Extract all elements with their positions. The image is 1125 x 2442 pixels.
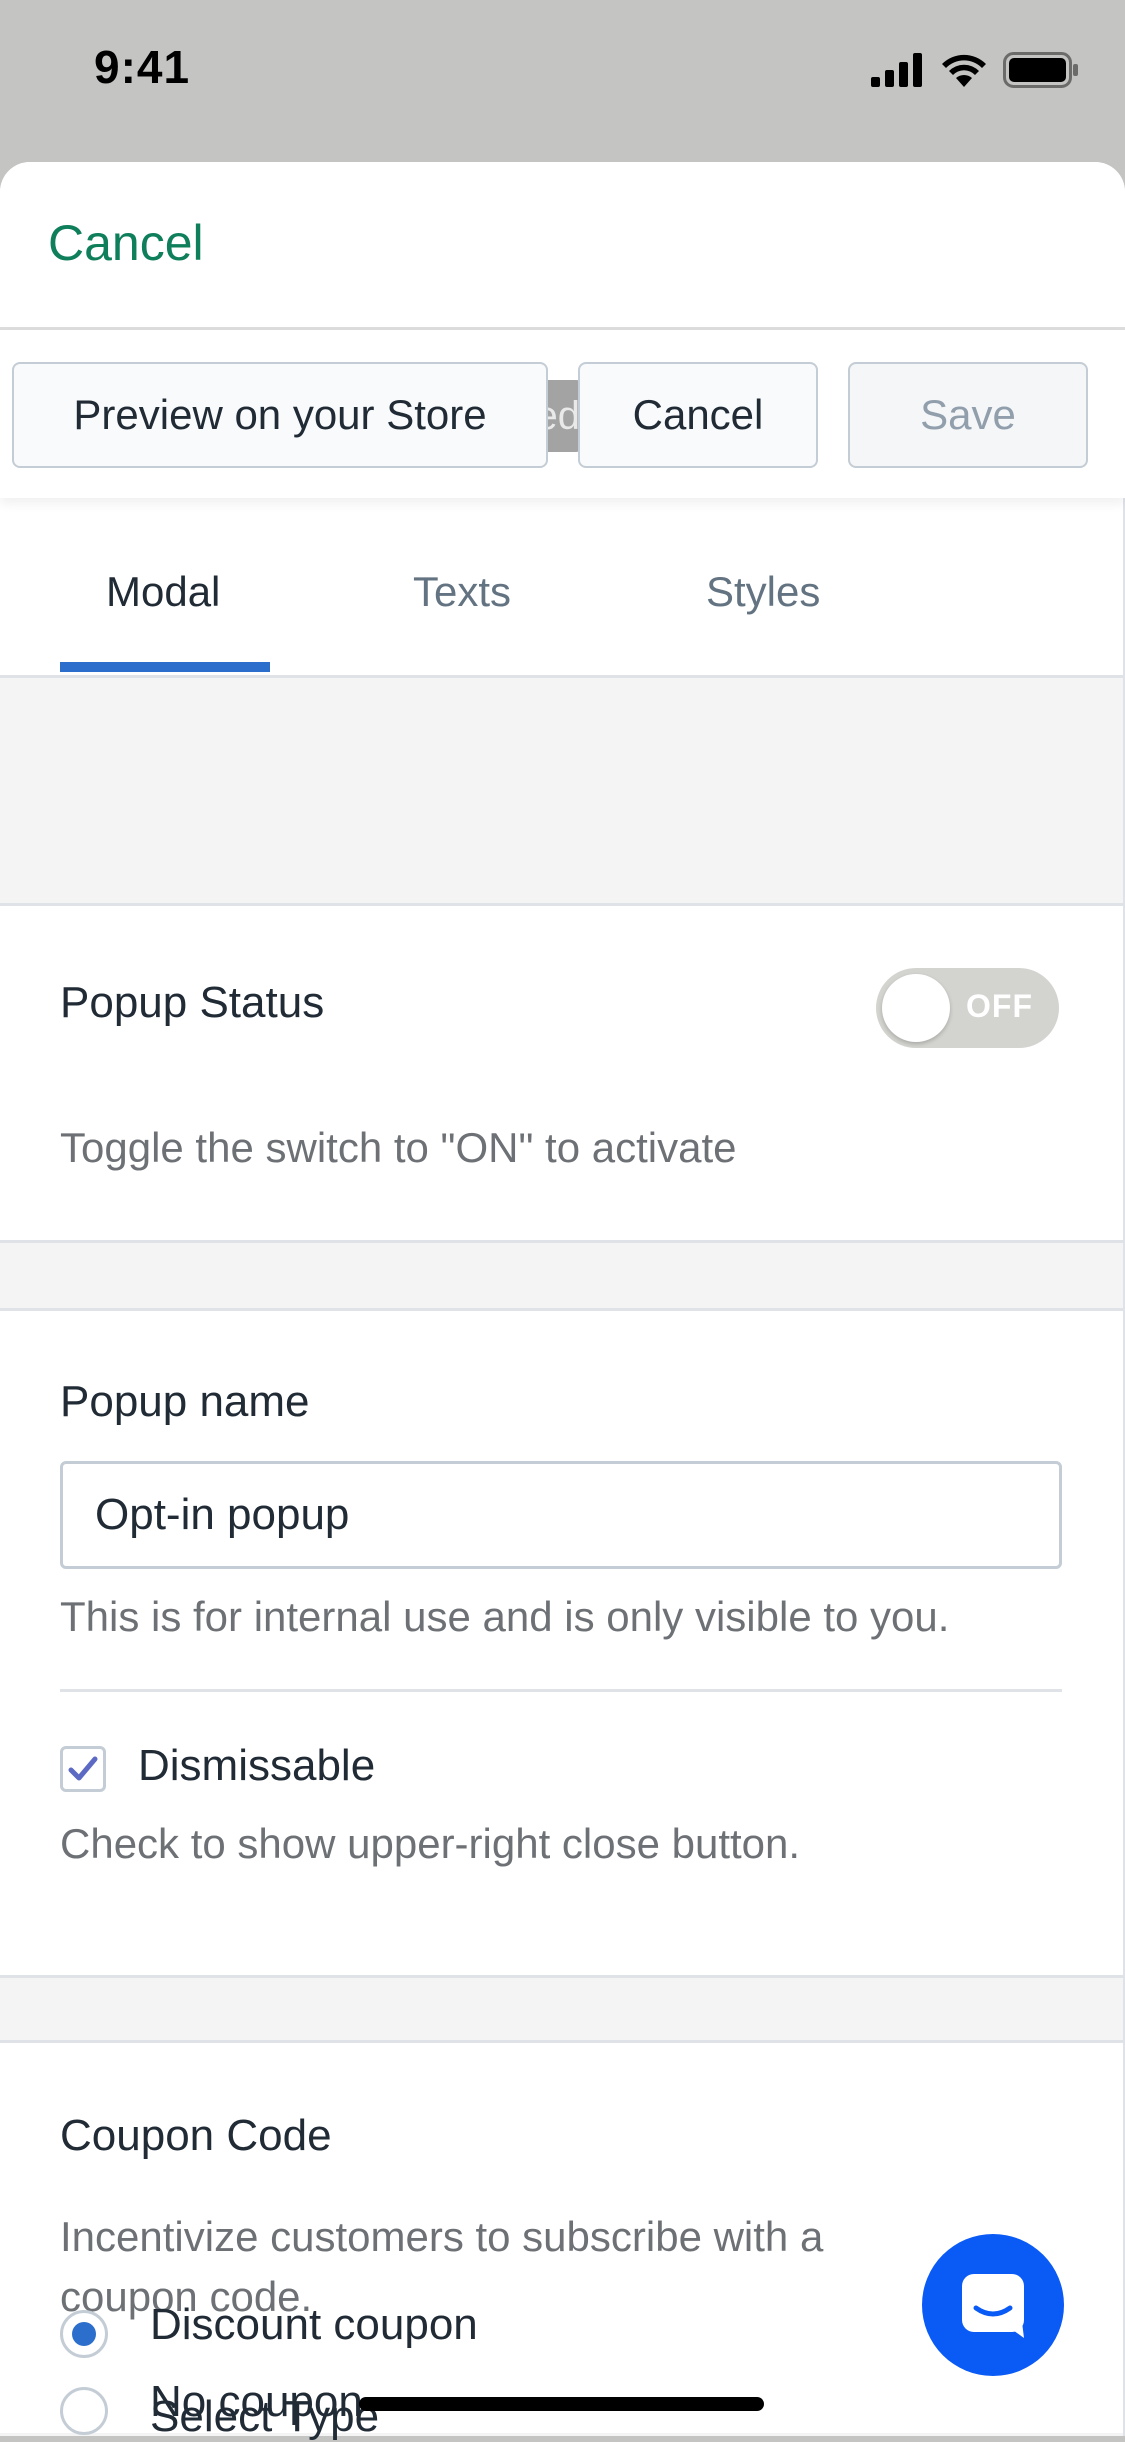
dismissable-checkbox[interactable] <box>60 1746 106 1792</box>
dismissable-label[interactable]: Dismissable <box>138 1741 375 1791</box>
toggle-knob <box>882 974 950 1042</box>
toggle-state-label: OFF <box>966 988 1033 1024</box>
popup-status-toggle[interactable]: OFF <box>876 968 1059 1048</box>
active-tab-indicator <box>60 662 270 672</box>
action-bar: ed Preview on your Store Cancel Save <box>0 330 1125 498</box>
dismissable-help: Check to show upper-right close button. <box>60 1820 801 1867</box>
coupon-code-card: Coupon Code Incentivize customers to sub… <box>0 2040 1123 2435</box>
coupon-code-heading: Coupon Code <box>60 2111 332 2160</box>
popup-status-help: Toggle the switch to "ON" to activate <box>60 1124 737 1171</box>
popup-name-help: This is for internal use and is only vis… <box>60 1593 950 1640</box>
tab-texts[interactable]: Texts <box>413 568 511 616</box>
popup-status-card: Popup Status OFF Toggle the switch to "O… <box>0 903 1123 1243</box>
cancel-button[interactable]: Cancel <box>578 362 818 468</box>
status-bar: 9:41 <box>0 0 1125 150</box>
home-indicator <box>359 2397 764 2411</box>
tab-styles[interactable]: Styles <box>706 568 820 616</box>
battery-icon <box>1003 52 1078 88</box>
sheet-cancel-link[interactable]: Cancel <box>48 214 204 272</box>
checkmark-icon <box>68 1756 98 1781</box>
save-button[interactable]: Save <box>848 362 1088 468</box>
popup-status-heading: Popup Status <box>60 978 325 1027</box>
chat-bubble-icon <box>962 2274 1024 2338</box>
popup-name-heading: Popup name <box>60 1377 310 1426</box>
popup-name-card: Popup name This is for internal use and … <box>0 1308 1123 1978</box>
preview-on-store-button[interactable]: Preview on your Store <box>12 362 548 468</box>
modal-sheet: Cancel ed Preview on your Store Cancel S… <box>0 162 1125 2436</box>
no-coupon-radio[interactable] <box>60 2387 108 2435</box>
cellular-signal-icon <box>871 53 922 87</box>
divider <box>60 1689 1062 1692</box>
status-icons <box>871 50 1079 90</box>
status-time: 9:41 <box>94 41 191 93</box>
tab-modal[interactable]: Modal <box>106 568 220 616</box>
chat-button[interactable] <box>922 2234 1064 2376</box>
coupon-help-line1: Incentivize customers to subscribe with … <box>60 2213 824 2260</box>
tab-bar: Modal Texts Styles <box>0 498 1123 678</box>
popup-name-input[interactable] <box>60 1461 1062 1569</box>
select-type-label: Select Type <box>150 2392 380 2441</box>
sheet-header: Cancel <box>0 162 1125 330</box>
discount-coupon-radio[interactable] <box>60 2310 108 2358</box>
discount-coupon-label[interactable]: Discount coupon <box>150 2300 478 2350</box>
wifi-icon <box>942 54 986 87</box>
